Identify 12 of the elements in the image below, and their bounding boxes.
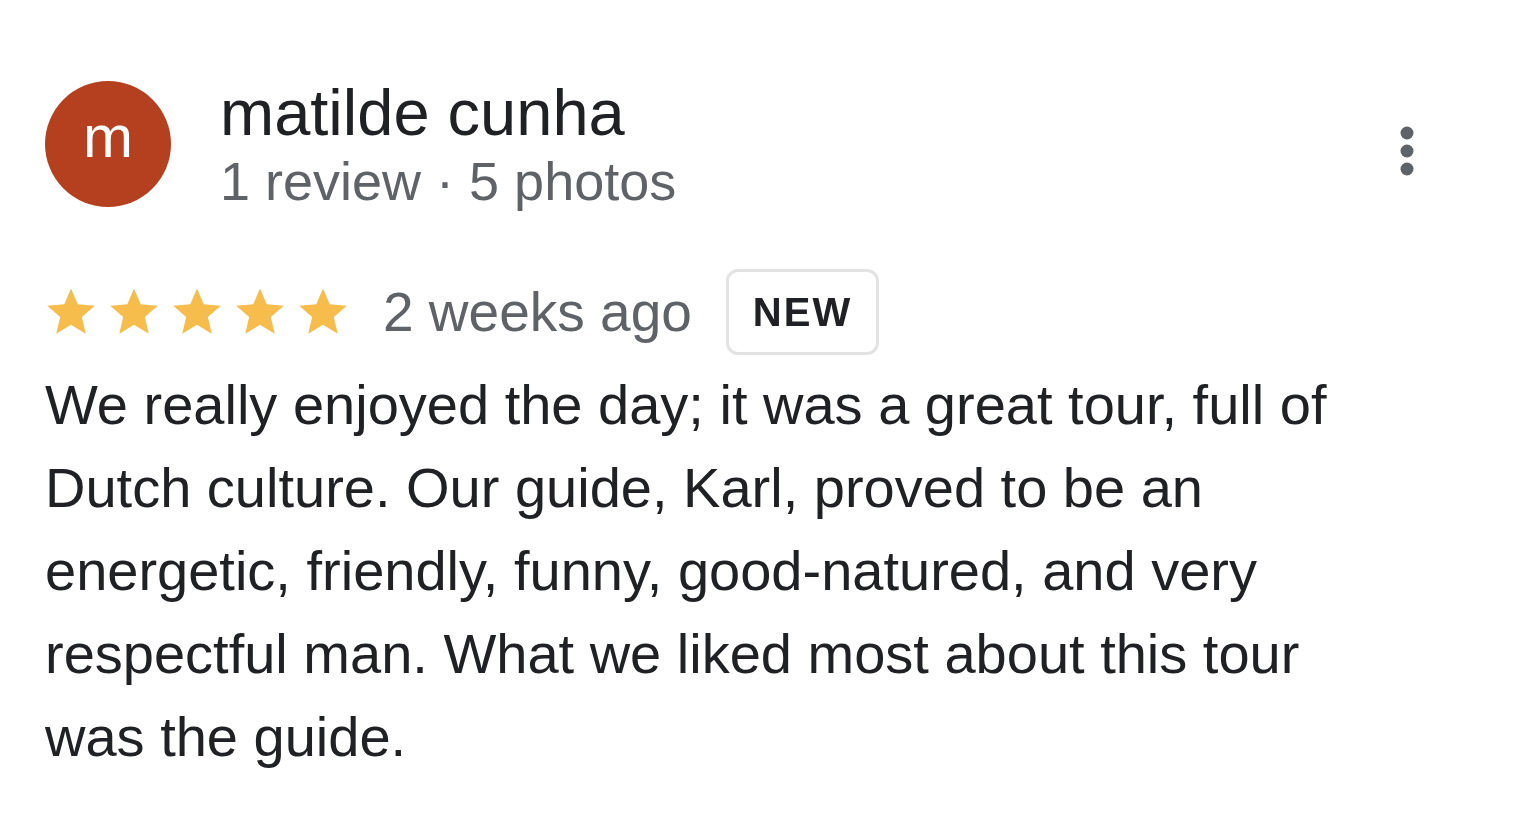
- star-icon: [108, 287, 160, 337]
- review-text: We really enjoyed the day; it was a great tour, full of Dutch culture. Our guide, Karl, proved to be an energetic, friendly, funny, good-natured, and very respectful man. What we liked most about this tour was the guide.: [45, 372, 1328, 770]
- review-date: 2 weeks ago: [383, 280, 692, 344]
- reviewer-name[interactable]: matilde cunha: [220, 79, 625, 147]
- star-icon: [171, 287, 223, 337]
- more-vertical-icon: [1400, 126, 1414, 176]
- star-icon: [45, 287, 97, 337]
- avatar: m: [45, 81, 171, 207]
- star-icon: [297, 287, 349, 337]
- reviewer-stats: 1 review · 5 photos: [220, 150, 678, 213]
- new-badge: NEW: [725, 269, 880, 355]
- star-icon: [234, 287, 286, 337]
